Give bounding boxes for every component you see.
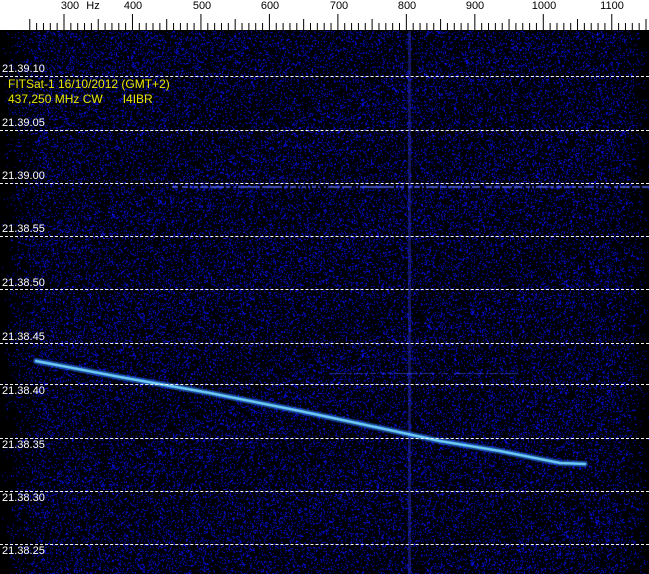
tick-label-600: 600 xyxy=(260,0,280,12)
tick-label-900: 900 xyxy=(465,0,485,12)
waterfall-spectrogram xyxy=(0,31,649,574)
tick-label-400: 400 xyxy=(123,0,143,12)
tick-label-300: 300 xyxy=(60,0,80,12)
tick-label-1000: 1000 xyxy=(531,0,557,12)
ruler-unit-label: Hz xyxy=(86,0,100,12)
tick-label-1100: 1100 xyxy=(600,0,624,12)
tick-label-800: 800 xyxy=(397,0,417,12)
tick-label-500: 500 xyxy=(192,0,212,12)
frequency-ruler: 300 Hz 400 500 600 700 800 900 1000 1100 xyxy=(0,0,649,31)
tick-label-700: 700 xyxy=(329,0,349,12)
